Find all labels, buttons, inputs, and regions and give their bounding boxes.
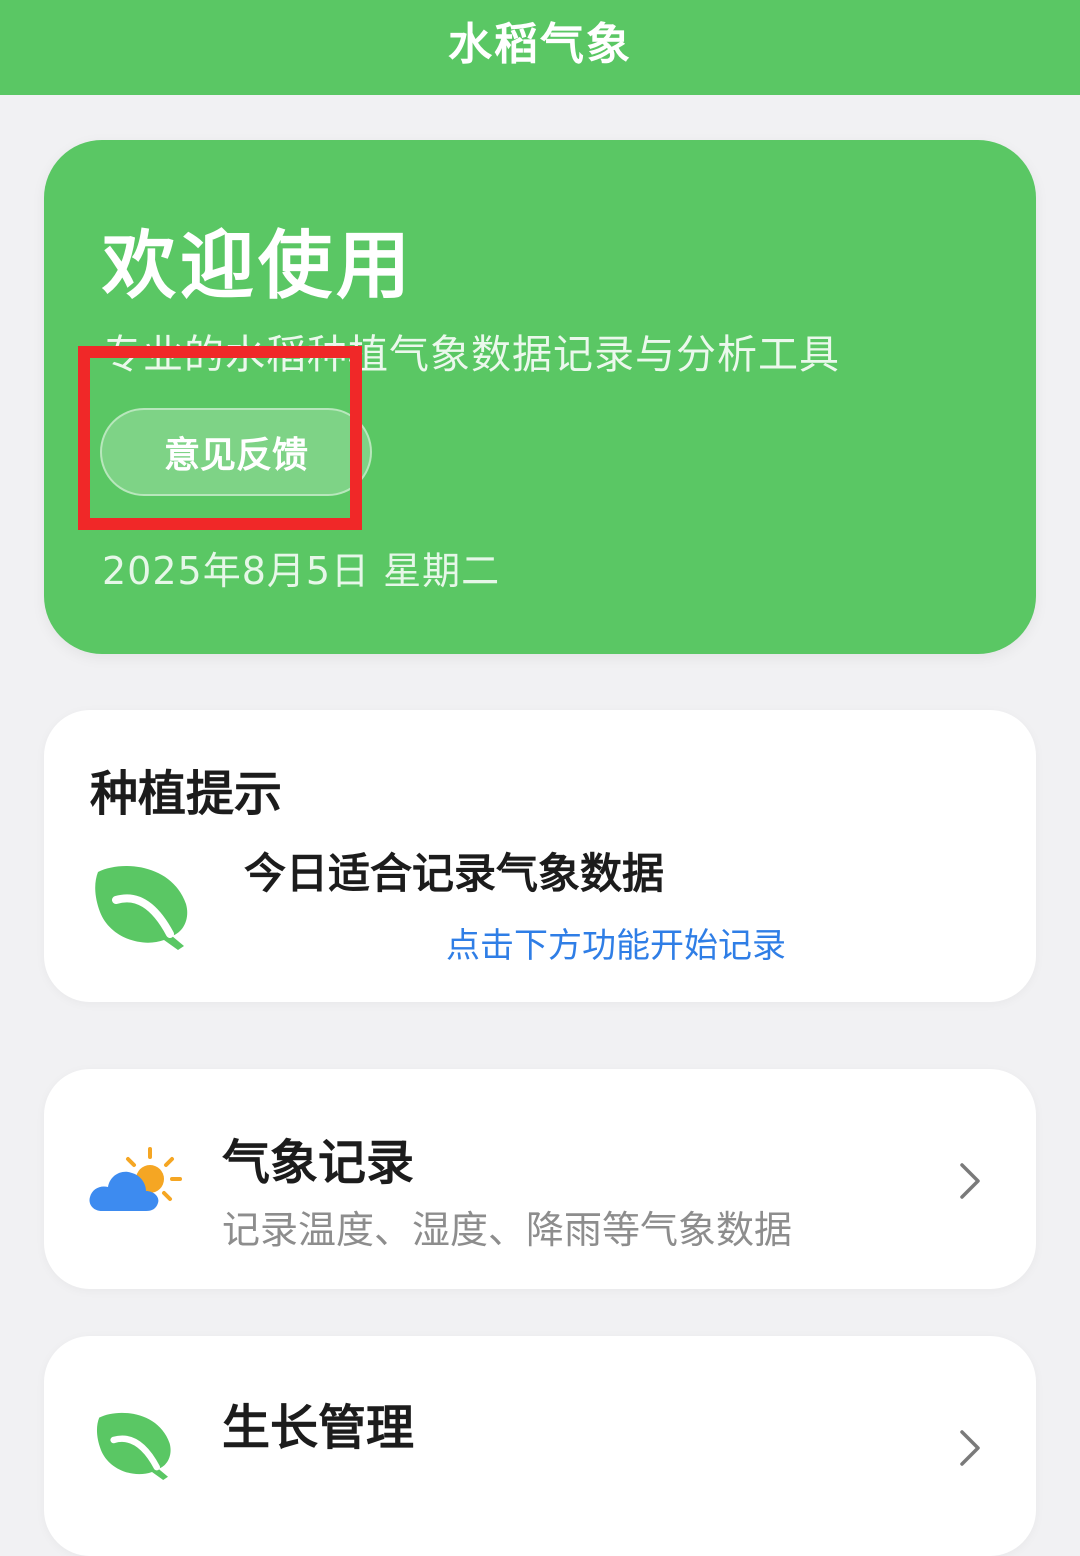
cloud-sun-icon xyxy=(89,1147,182,1211)
chevron-right-icon xyxy=(960,1430,980,1466)
growth-management-card[interactable]: 生长管理 xyxy=(44,1336,1036,1556)
current-date: 2025年8月5日 星期二 xyxy=(102,549,501,593)
highlight-box xyxy=(78,346,362,530)
planting-tips-card: 种植提示 今日适合记录气象数据 点击下方功能开始记录 xyxy=(44,710,1036,1002)
leaf-icon xyxy=(95,866,188,950)
tips-main-text: 今日适合记录气象数据 xyxy=(244,849,665,898)
weather-record-description: 记录温度、湿度、降雨等气象数据 xyxy=(222,1208,793,1252)
leaf-icon xyxy=(96,1412,171,1480)
tips-link[interactable]: 点击下方功能开始记录 xyxy=(446,918,786,967)
app-header: 水稻气象 xyxy=(0,0,1080,95)
welcome-title: 欢迎使用 xyxy=(102,223,414,309)
growth-management-title: 生长管理 xyxy=(222,1400,415,1456)
app-title: 水稻气象 xyxy=(448,19,632,70)
tips-heading: 种植提示 xyxy=(90,766,283,822)
weather-record-title: 气象记录 xyxy=(222,1135,415,1191)
chevron-right-icon xyxy=(960,1163,980,1199)
weather-record-card[interactable]: 气象记录 记录温度、湿度、降雨等气象数据 xyxy=(44,1069,1036,1289)
